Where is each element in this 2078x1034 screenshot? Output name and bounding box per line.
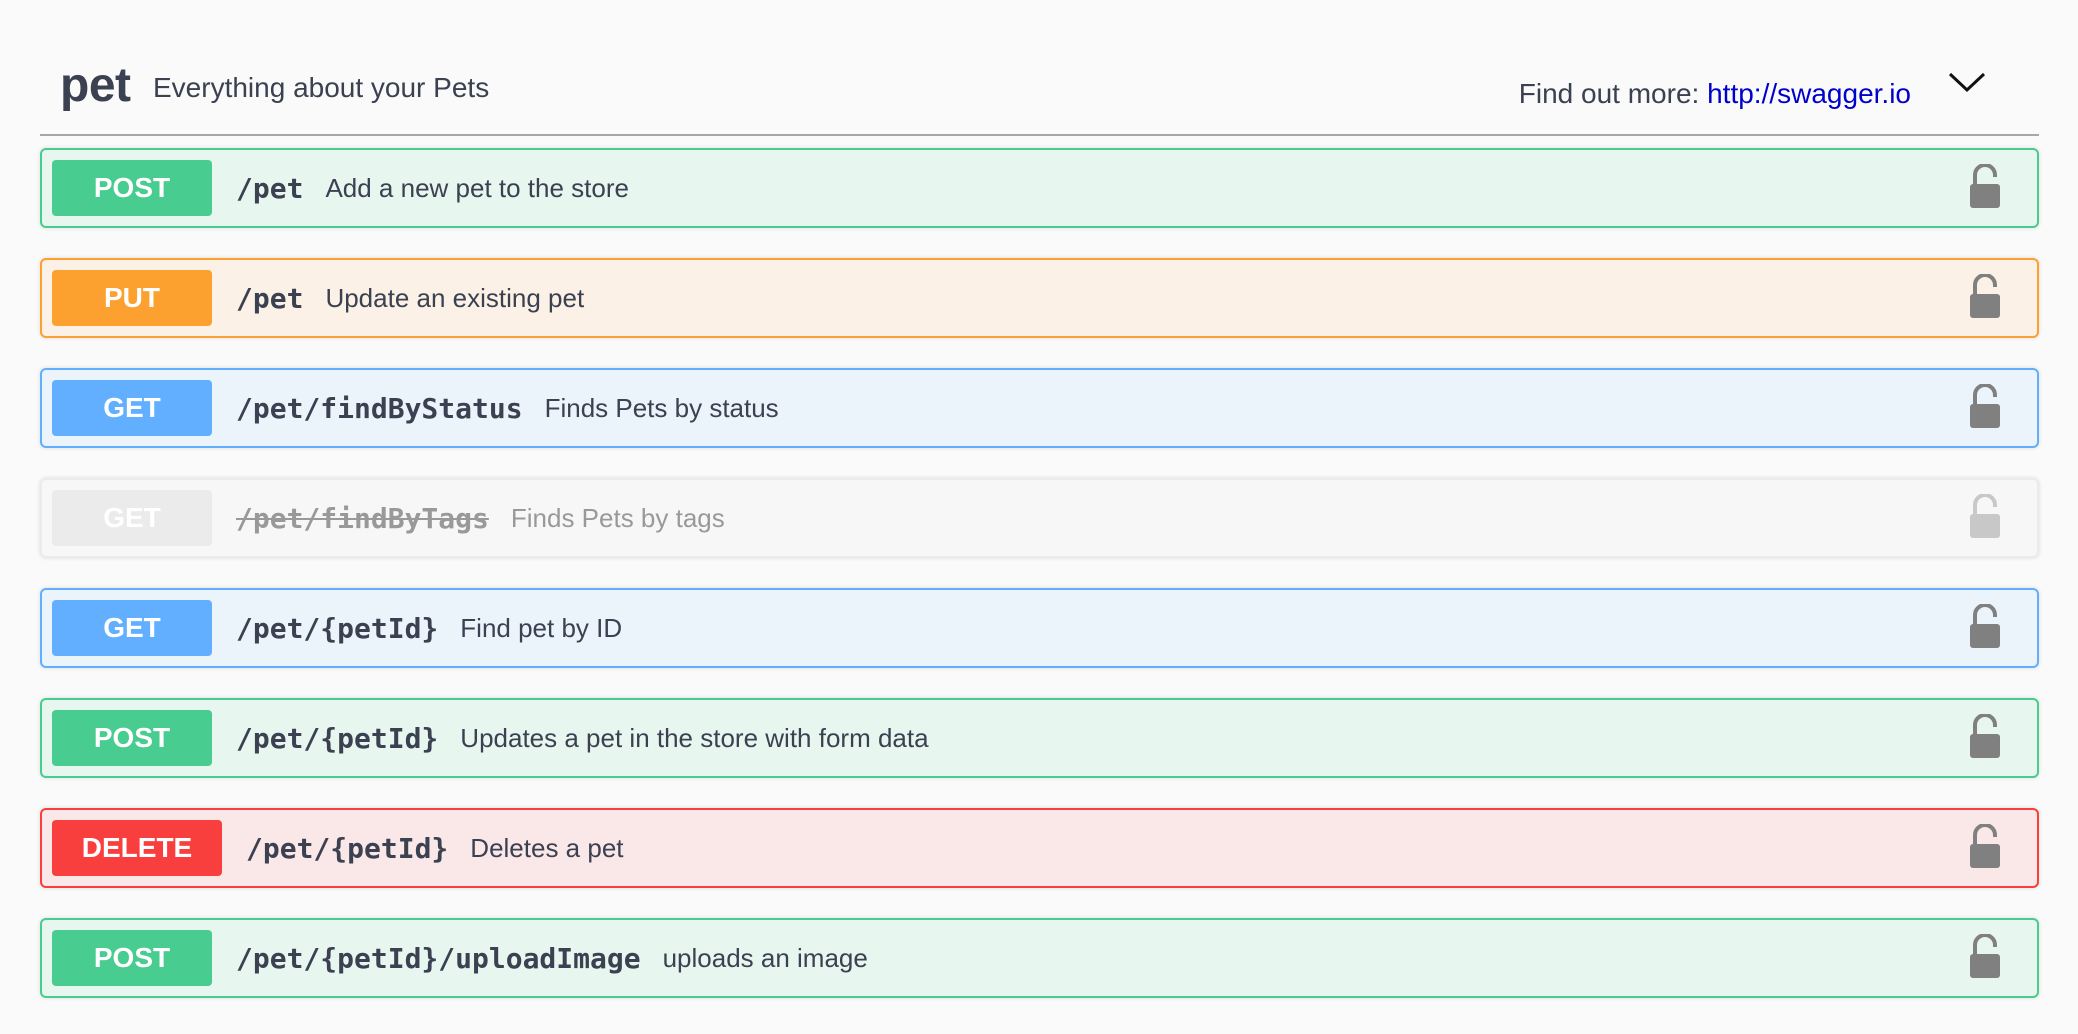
operation-text: /pet/{petId} Deletes a pet — [246, 810, 624, 886]
operation-put-pet[interactable]: PUT /pet Update an existing pet — [40, 258, 2039, 338]
operation-summary: Find pet by ID — [460, 612, 623, 643]
operation-text: /pet/findByTags Finds Pets by tags — [236, 480, 725, 556]
operation-get-find-by-tags-deprecated[interactable]: GET /pet/findByTags Finds Pets by tags — [40, 478, 2039, 558]
operation-post-pet-by-id[interactable]: POST /pet/{petId} Updates a pet in the s… — [40, 698, 2039, 778]
operation-text: /pet/{petId} Find pet by ID — [236, 590, 622, 666]
lock-icon[interactable] — [1969, 494, 2001, 540]
operation-text: /pet/findByStatus Finds Pets by status — [236, 370, 779, 446]
method-badge: GET — [52, 600, 212, 656]
tag-description: Everything about your Pets — [153, 72, 490, 103]
lock-icon[interactable] — [1969, 274, 2001, 320]
external-docs-label: Find out more: — [1518, 78, 1708, 109]
operation-path: /pet/findByStatus — [236, 391, 523, 425]
operation-summary: Deletes a pet — [470, 832, 624, 863]
operation-summary: Update an existing pet — [325, 282, 585, 313]
lock-icon[interactable] — [1969, 934, 2001, 980]
chevron-down-icon[interactable] — [1947, 70, 1987, 94]
operation-summary: Add a new pet to the store — [325, 172, 629, 203]
lock-icon[interactable] — [1969, 714, 2001, 760]
operation-path: /pet — [236, 171, 304, 205]
method-badge: POST — [52, 160, 212, 216]
method-badge: POST — [52, 930, 212, 986]
operation-path: /pet/{petId} — [246, 831, 449, 865]
method-badge: POST — [52, 710, 212, 766]
operation-path: /pet/{petId} — [236, 611, 439, 645]
lock-icon[interactable] — [1969, 824, 2001, 870]
lock-icon[interactable] — [1969, 384, 2001, 430]
tag-name: pet — [60, 59, 131, 112]
method-badge: GET — [52, 490, 212, 546]
external-docs: Find out more: http://swagger.io — [1519, 78, 1911, 110]
operation-summary: Updates a pet in the store with form dat… — [460, 722, 929, 753]
operation-path: /pet/{petId}/uploadImage — [236, 941, 641, 975]
lock-icon[interactable] — [1969, 604, 2001, 650]
operation-path: /pet/findByTags — [236, 501, 489, 535]
external-docs-link[interactable]: http://swagger.io — [1707, 78, 1911, 109]
operation-post-pet[interactable]: POST /pet Add a new pet to the store — [40, 148, 2039, 228]
operation-path: /pet/{petId} — [236, 721, 439, 755]
operation-delete-pet[interactable]: DELETE /pet/{petId} Deletes a pet — [40, 808, 2039, 888]
operation-text: /pet/{petId} Updates a pet in the store … — [236, 700, 929, 776]
lock-icon[interactable] — [1969, 164, 2001, 210]
operation-path: /pet — [236, 281, 304, 315]
operation-summary: Finds Pets by status — [544, 392, 779, 423]
operation-text: /pet Update an existing pet — [236, 260, 584, 336]
operation-text: /pet Add a new pet to the store — [236, 150, 629, 226]
operation-summary: uploads an image — [662, 942, 868, 973]
operation-summary: Finds Pets by tags — [510, 502, 725, 533]
method-badge: PUT — [52, 270, 212, 326]
tag-header[interactable]: pet Everything about your Pets Find out … — [40, 0, 2039, 136]
method-badge: GET — [52, 380, 212, 436]
operation-get-pet-by-id[interactable]: GET /pet/{petId} Find pet by ID — [40, 588, 2039, 668]
operation-get-find-by-status[interactable]: GET /pet/findByStatus Finds Pets by stat… — [40, 368, 2039, 448]
operation-post-upload-image[interactable]: POST /pet/{petId}/uploadImage uploads an… — [40, 918, 2039, 998]
method-badge: DELETE — [52, 820, 222, 876]
tag-section-pet: pet Everything about your Pets Find out … — [40, 0, 2039, 998]
operation-text: /pet/{petId}/uploadImage uploads an imag… — [236, 920, 868, 996]
